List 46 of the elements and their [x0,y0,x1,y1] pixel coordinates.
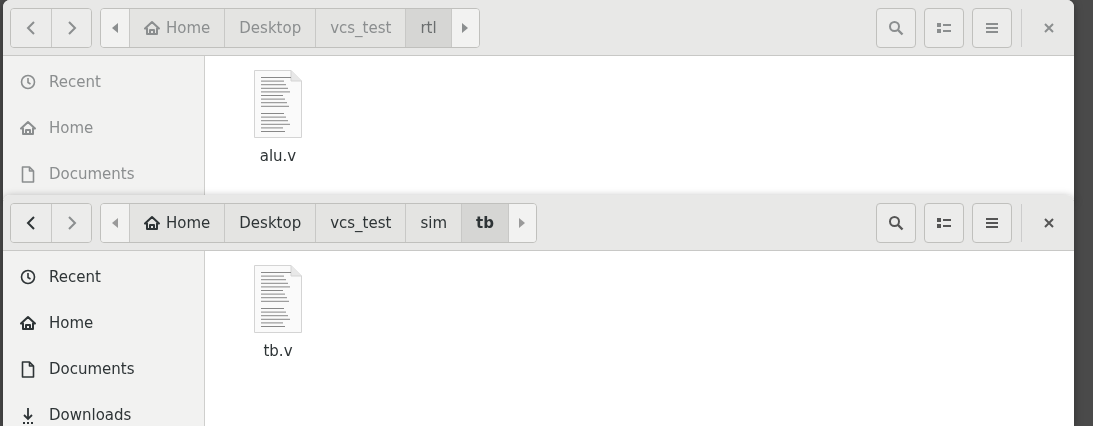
chevron-left-icon [26,19,36,36]
home-icon [144,214,160,231]
path-button[interactable]: tb [461,203,508,242]
home-icon [144,19,160,36]
sidebar-item[interactable]: Recent [3,254,204,300]
list-view-icon [936,20,952,35]
view-options-button[interactable] [924,202,964,243]
scroll-left-button[interactable] [101,203,129,242]
clock-icon [20,74,36,90]
close-icon [1044,22,1054,33]
search-icon [888,214,904,231]
sidebar-item[interactable]: Downloads [3,392,204,426]
menu-button[interactable] [972,202,1012,243]
menu-icon [985,215,999,230]
text-file-icon[interactable] [253,264,303,334]
triangle-right-icon [462,22,469,33]
triangle-right-icon [519,217,526,228]
scroll-right-button[interactable] [450,8,479,47]
scroll-right-button[interactable] [507,203,536,242]
sidebar-item[interactable]: Home [3,300,204,346]
triangle-left-icon [112,217,118,228]
close-icon [1044,217,1054,228]
path-button[interactable]: Desktop [224,203,316,242]
scroll-left-button[interactable] [101,8,129,47]
home-icon [20,315,36,331]
document-icon [20,165,36,183]
file-name[interactable]: tb.v [263,342,293,360]
menu-icon [985,20,999,35]
list-view-icon [936,215,952,230]
search-button[interactable] [876,202,916,243]
chevron-right-icon [66,214,77,231]
home-icon [20,120,36,136]
chevron-left-icon [26,214,36,231]
path-button[interactable]: Home [129,203,225,242]
path-button[interactable]: rtl [405,8,451,47]
forward-button[interactable] [51,8,91,47]
sidebar-item[interactable]: Documents [3,346,204,392]
search-icon [888,19,904,36]
download-icon [20,406,36,424]
path-button[interactable]: sim [405,203,462,242]
back-button[interactable] [11,203,51,242]
chevron-right-icon [66,19,77,36]
document-icon [20,360,36,378]
triangle-left-icon [112,22,118,33]
path-button[interactable]: vcs_test [315,203,406,242]
clock-icon [20,269,36,285]
